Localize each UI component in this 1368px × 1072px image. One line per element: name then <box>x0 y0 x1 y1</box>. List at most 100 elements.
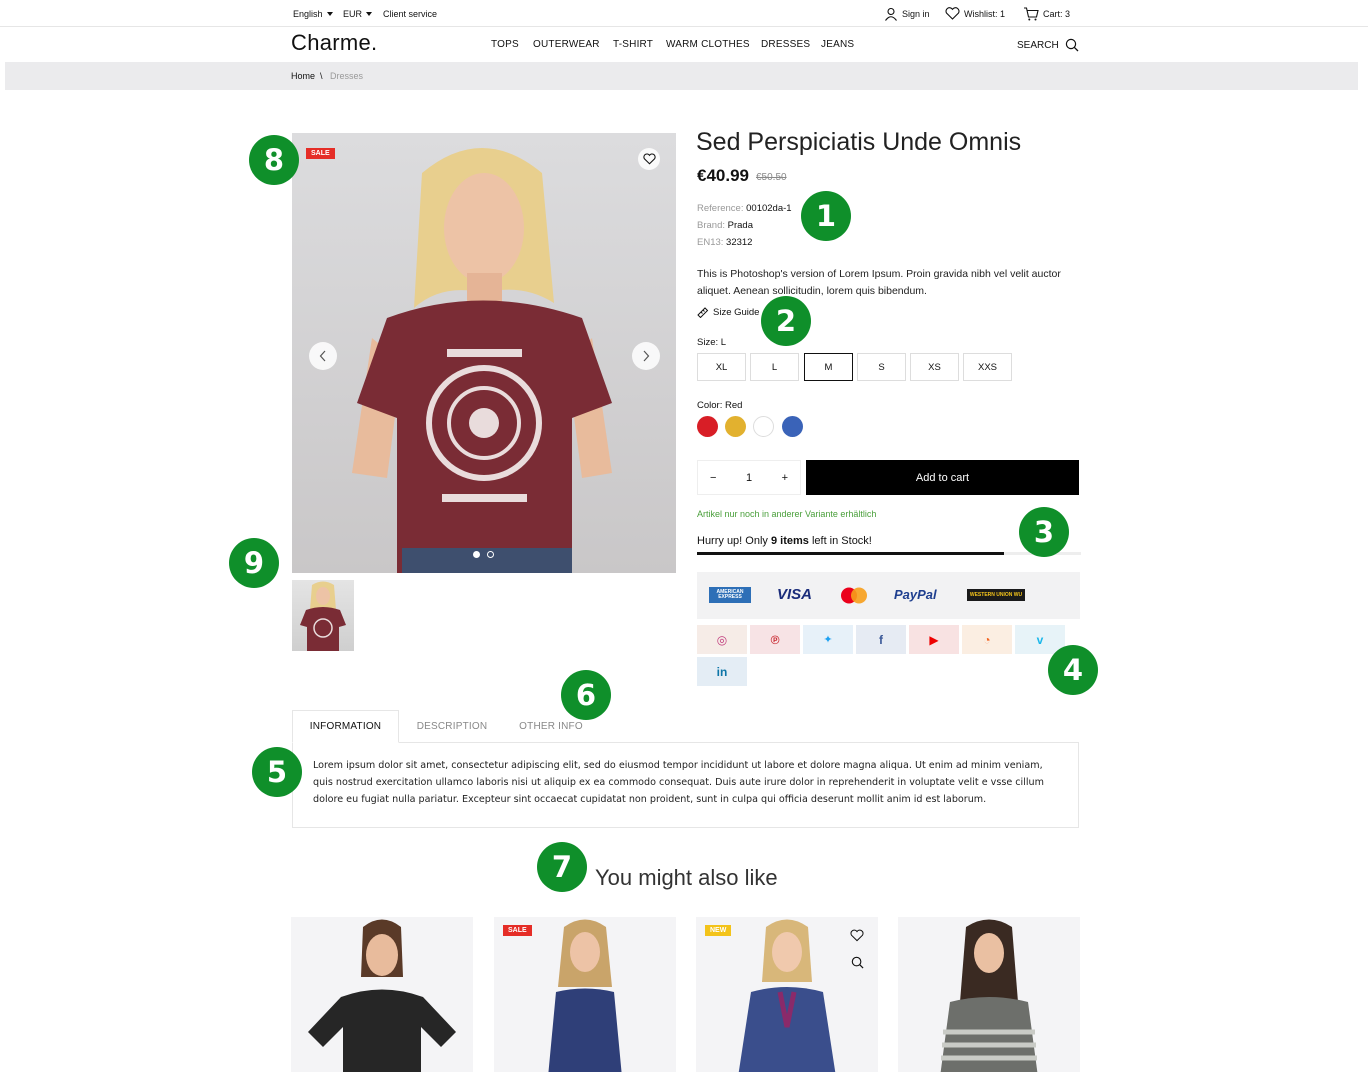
stock-suffix: left in Stock! <box>808 535 872 547</box>
language-label: English <box>293 9 323 19</box>
carousel-dot-2[interactable] <box>487 551 494 558</box>
currency-selector[interactable]: EUR <box>343 9 373 19</box>
nav-item-tshirt[interactable]: T-SHIRT <box>613 39 653 50</box>
client-service-link[interactable]: Client service <box>383 9 437 19</box>
site-logo[interactable]: Charme. <box>291 30 377 56</box>
stock-progress-bar <box>697 552 1081 555</box>
wishlist-link[interactable]: Wishlist: 1 <box>945 7 1005 20</box>
breadcrumb-home[interactable]: Home <box>291 71 315 81</box>
vimeo-icon: v <box>1036 632 1044 647</box>
tab-description[interactable]: DESCRIPTION <box>404 710 500 743</box>
quick-view-button[interactable] <box>851 956 864 972</box>
wishlist-add-button[interactable] <box>850 929 864 945</box>
breadcrumb-separator: \ <box>320 71 323 81</box>
chevron-down-icon <box>366 12 373 16</box>
related-product-card[interactable]: NEW <box>696 917 878 1072</box>
search-icon <box>851 956 864 969</box>
nav-item-dresses[interactable]: DRESSES <box>761 39 810 50</box>
nav-item-jeans[interactable]: JEANS <box>821 39 854 50</box>
ean-label: EN13: <box>697 237 724 248</box>
mastercard-logo <box>840 587 868 607</box>
nav-item-tops[interactable]: TOPS <box>491 39 519 50</box>
tab-content-text: Lorem ipsum dolor sit amet, consectetur … <box>313 760 1044 805</box>
next-image-button[interactable] <box>632 342 660 370</box>
nav-item-warm-clothes[interactable]: WARM CLOTHES <box>666 39 750 50</box>
color-swatch-white[interactable] <box>753 416 774 437</box>
color-swatch-blue[interactable] <box>782 416 803 437</box>
nav-item-outerwear[interactable]: OUTERWEAR <box>533 39 600 50</box>
rss-share-button[interactable]: ◔ <box>962 625 1012 654</box>
size-guide-link[interactable]: Size Guide <box>697 306 759 318</box>
availability-message: Artikel nur noch in anderer Variante erh… <box>697 509 877 519</box>
tab-information[interactable]: INFORMATION <box>292 710 399 743</box>
color-swatch-red[interactable] <box>697 416 718 437</box>
product-photo <box>940 919 1038 1072</box>
language-selector[interactable]: English <box>293 9 333 19</box>
chevron-right-icon <box>643 350 650 362</box>
heart-icon <box>642 153 656 165</box>
currency-label: EUR <box>343 9 363 19</box>
linkedin-share-button[interactable]: in <box>697 657 747 686</box>
user-icon <box>885 7 897 21</box>
stock-message: Hurry up! Only 9 items left in Stock! <box>697 535 872 547</box>
size-option-l[interactable]: L <box>750 353 799 381</box>
pinterest-share-button[interactable]: ℗ <box>750 625 800 654</box>
product-photo <box>308 919 456 1072</box>
facebook-share-button[interactable]: f <box>856 625 906 654</box>
ean-value: 32312 <box>726 237 753 248</box>
chevron-down-icon <box>326 12 333 16</box>
cart-icon <box>1024 7 1039 21</box>
linkedin-icon: in <box>716 664 728 679</box>
size-option-xl[interactable]: XL <box>697 353 746 381</box>
breadcrumb-current: Dresses <box>330 71 364 81</box>
reference-value: 00102da-1 <box>746 203 792 214</box>
tab-content-panel: Lorem ipsum dolor sit amet, consectetur … <box>292 742 1079 828</box>
product-thumbnail[interactable] <box>292 580 354 651</box>
ruler-icon <box>697 307 709 318</box>
reference-label: Reference: <box>697 203 744 214</box>
related-product-card[interactable] <box>291 917 473 1072</box>
search-button[interactable]: SEARCH <box>1017 38 1079 52</box>
qty-decrease-button[interactable]: − <box>710 472 716 484</box>
size-option-s[interactable]: S <box>857 353 906 381</box>
add-to-cart-button[interactable]: Add to cart <box>806 460 1079 495</box>
payment-methods: AMERICAN EXPRESS VISA PayPal WESTERN UNI… <box>697 572 1080 619</box>
product-main-image[interactable]: SALE <box>292 133 676 573</box>
youtube-icon: ▶ <box>929 632 939 647</box>
product-reference: Reference: 00102da-1 <box>697 203 792 214</box>
search-label: SEARCH <box>1017 39 1059 51</box>
cart-label: Cart: 3 <box>1043 9 1071 19</box>
sale-badge: SALE <box>306 148 335 159</box>
related-products-title: You might also like <box>595 865 778 890</box>
heart-icon <box>850 929 864 942</box>
related-product-card[interactable] <box>898 917 1080 1072</box>
search-icon <box>1065 38 1079 52</box>
rss-icon: ◔ <box>983 632 991 647</box>
qty-input[interactable]: 1 <box>746 472 752 484</box>
cart-link[interactable]: Cart: 3 <box>1023 7 1070 21</box>
prev-image-button[interactable] <box>309 342 337 370</box>
annotation-marker-4: 4 <box>1048 645 1098 695</box>
heart-icon <box>945 7 960 20</box>
visa-logo: VISA <box>777 586 813 603</box>
size-option-m[interactable]: M <box>804 353 853 381</box>
size-option-xxs[interactable]: XXS <box>963 353 1012 381</box>
sign-in-label: Sign in <box>902 9 930 19</box>
size-label: Size: L <box>697 337 727 348</box>
carousel-dot-1[interactable] <box>473 551 480 558</box>
instagram-share-button[interactable]: ◎ <box>697 625 747 654</box>
size-option-xs[interactable]: XS <box>910 353 959 381</box>
product-price: €40.99 <box>697 166 749 185</box>
qty-increase-button[interactable]: + <box>782 472 788 484</box>
color-swatch-yellow[interactable] <box>725 416 746 437</box>
brand-value: Prada <box>727 220 753 231</box>
related-product-card[interactable]: SALE <box>494 917 676 1072</box>
product-ean: EN13: 32312 <box>697 237 752 248</box>
product-old-price: €50.50 <box>756 172 787 183</box>
wishlist-add-button[interactable] <box>638 148 660 170</box>
twitter-share-button[interactable]: ✦ <box>803 625 853 654</box>
youtube-share-button[interactable]: ▶ <box>909 625 959 654</box>
chevron-left-icon <box>319 350 326 362</box>
sign-in-link[interactable]: Sign in <box>884 7 930 21</box>
annotation-marker-6: 6 <box>561 670 611 720</box>
